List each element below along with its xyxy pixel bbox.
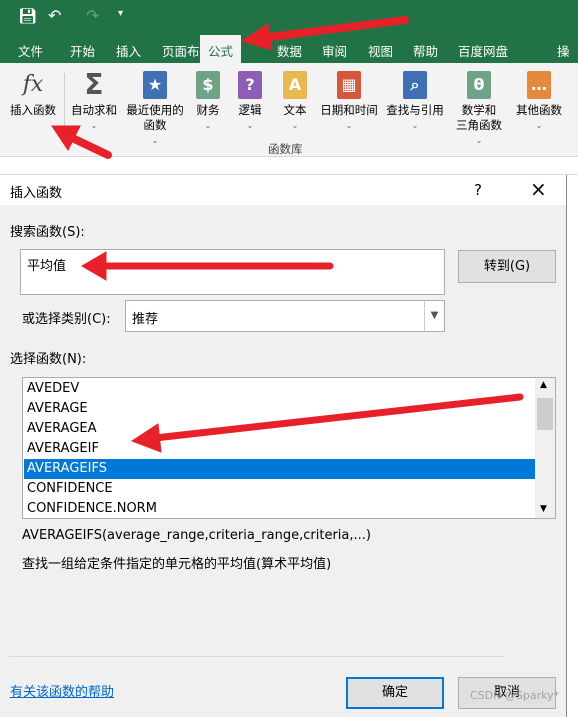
scroll-down-icon[interactable]: ▼: [540, 504, 547, 514]
list-item[interactable]: CONFIDENCE.NORM: [24, 499, 535, 519]
watermark: CSDN @Sparky*: [470, 689, 560, 702]
title-bar: 插入函数 ? ×: [0, 175, 566, 205]
chevron-down-icon: ⌄: [204, 121, 212, 130]
ribbon: fx 插入函数 Σ 自动求和 ⌄ ★ 最近使用的 函数 ⌄ $ 财务 ⌄? 逻辑 ⌄ A 文本 ⌄ ▦ 日期和时间…: [0, 63, 578, 157]
category-value: 推荐: [132, 312, 159, 327]
ribbon-button-label: 查找与引用: [386, 103, 444, 117]
chevron-down-icon: ⌄: [345, 121, 353, 130]
more-book-icon: …: [527, 71, 551, 99]
ribbon-button-3[interactable]: $ 财务 ⌄: [190, 71, 226, 133]
customize-icon[interactable]: ▾: [118, 8, 123, 19]
list-item[interactable]: AVERAGEIFS: [24, 459, 535, 479]
help-link[interactable]: 有关该函数的帮助: [10, 681, 114, 700]
separator: [64, 73, 65, 143]
ribbon-tabs: 文件开始插入页面布局公式数据审阅视图帮助百度网盘操作: [0, 35, 578, 78]
sigma-icon: Σ: [84, 68, 104, 101]
tab-9[interactable]: 百度网盘: [458, 41, 508, 60]
search-label: 搜索函数(S):: [10, 225, 85, 240]
calendar-book-icon: ▦: [337, 71, 361, 99]
tab-6[interactable]: 审阅: [322, 41, 347, 60]
list-item[interactable]: AVEDEV: [24, 379, 535, 399]
category-select[interactable]: 推荐 ▼: [125, 300, 445, 332]
go-button[interactable]: 转到(G): [458, 250, 556, 283]
ribbon-button-label: 文本: [283, 103, 307, 117]
star-book-icon: ★: [143, 71, 167, 99]
question-book-icon: ?: [238, 71, 262, 99]
tab-0[interactable]: 文件: [18, 41, 43, 60]
ok-button[interactable]: 确定: [346, 677, 444, 709]
fx-icon: fx: [22, 72, 44, 97]
ribbon-button-5[interactable]: A 文本 ⌄: [277, 71, 313, 133]
coins-book-icon: $: [196, 71, 220, 99]
text-book-icon: A: [283, 71, 307, 99]
chevron-down-icon: ⌄: [475, 136, 483, 145]
search-input[interactable]: 平均值: [20, 249, 445, 295]
close-button[interactable]: ×: [530, 177, 547, 201]
chevron-down-icon: ⌄: [151, 136, 159, 145]
ribbon-button-0[interactable]: fx 插入函数: [4, 71, 62, 118]
search-value: 平均值: [27, 259, 67, 274]
worksheet-grid: [0, 157, 578, 175]
ribbon-button-label: 其他函数: [516, 103, 562, 117]
chevron-down-icon[interactable]: ▼: [424, 301, 444, 331]
dialog-title: 插入函数: [10, 186, 63, 201]
tab-7[interactable]: 视图: [368, 41, 393, 60]
ribbon-button-6[interactable]: ▦ 日期和时间 ⌄: [317, 71, 381, 133]
chevron-down-icon: ⌄: [246, 121, 254, 130]
chevron-down-icon: ⌄: [535, 121, 543, 130]
save-icon[interactable]: 💾︎: [18, 7, 37, 25]
function-signature: AVERAGEIFS(average_range,criteria_range,…: [22, 528, 371, 543]
ribbon-button-1[interactable]: Σ 自动求和 ⌄: [68, 71, 120, 133]
ribbon-button-2[interactable]: ★ 最近使用的 函数 ⌄: [122, 71, 188, 148]
ribbon-button-8[interactable]: θ 数学和 三角函数 ⌄: [452, 71, 506, 148]
tab-5[interactable]: 数据: [277, 41, 302, 60]
tab-8[interactable]: 帮助: [413, 41, 438, 60]
ribbon-button-label: 财务: [196, 103, 220, 117]
list-item[interactable]: AVERAGEA: [24, 419, 535, 439]
chevron-down-icon: ⌄: [90, 121, 98, 130]
search-book-icon: ⌕: [403, 71, 427, 99]
ribbon-button-4[interactable]: ? 逻辑 ⌄: [232, 71, 268, 133]
category-label: 或选择类别(C):: [22, 312, 111, 327]
function-description: 查找一组给定条件指定的单元格的平均值(算术平均值): [22, 557, 332, 572]
scrollbar[interactable]: ▲ ▼: [535, 378, 555, 518]
chevron-down-icon: ⌄: [411, 121, 419, 130]
scroll-up-icon[interactable]: ▲: [540, 380, 547, 390]
ribbon-button-7[interactable]: ⌕ 查找与引用 ⌄: [382, 71, 448, 133]
list-item[interactable]: CONFIDENCE: [24, 479, 535, 499]
ribbon-button-label: 插入函数: [10, 103, 56, 117]
chevron-down-icon: ⌄: [291, 121, 299, 130]
tab-1[interactable]: 开始: [70, 41, 95, 60]
quick-access-toolbar: 💾︎ ↶ ↷ ▾: [0, 0, 578, 35]
list-item[interactable]: AVERAGE: [24, 399, 535, 419]
help-button[interactable]: ?: [474, 181, 482, 199]
insert-function-dialog: 插入函数 ? × 搜索函数(S): 平均值 转到(G) 或选择类别(C): 推荐…: [0, 175, 567, 717]
ribbon-button-label: 数学和 三角函数: [456, 103, 502, 132]
undo-icon[interactable]: ↶: [48, 6, 61, 25]
list-item[interactable]: AVERAGEIF: [24, 439, 535, 459]
theta-book-icon: θ: [467, 71, 491, 99]
tab-4[interactable]: 公式: [200, 35, 242, 64]
function-list[interactable]: AVEDEV AVERAGE AVERAGEA AVERAGEIF AVERAGEIFS…: [22, 377, 556, 519]
ribbon-button-label: 自动求和: [71, 103, 117, 117]
scrollbar-thumb[interactable]: [537, 398, 553, 430]
ribbon-button-label: 逻辑: [238, 103, 262, 117]
redo-icon: ↷: [86, 6, 100, 25]
ribbon-button-label: 日期和时间: [320, 103, 378, 117]
ribbon-group-label: 函数库: [268, 142, 303, 156]
divider: [9, 656, 505, 657]
function-list-label: 选择函数(N):: [10, 352, 87, 367]
ribbon-button-9[interactable]: … 其他函数 ⌄: [510, 71, 568, 133]
ribbon-button-label: 最近使用的 函数: [126, 103, 184, 132]
tab-2[interactable]: 插入: [116, 41, 141, 60]
